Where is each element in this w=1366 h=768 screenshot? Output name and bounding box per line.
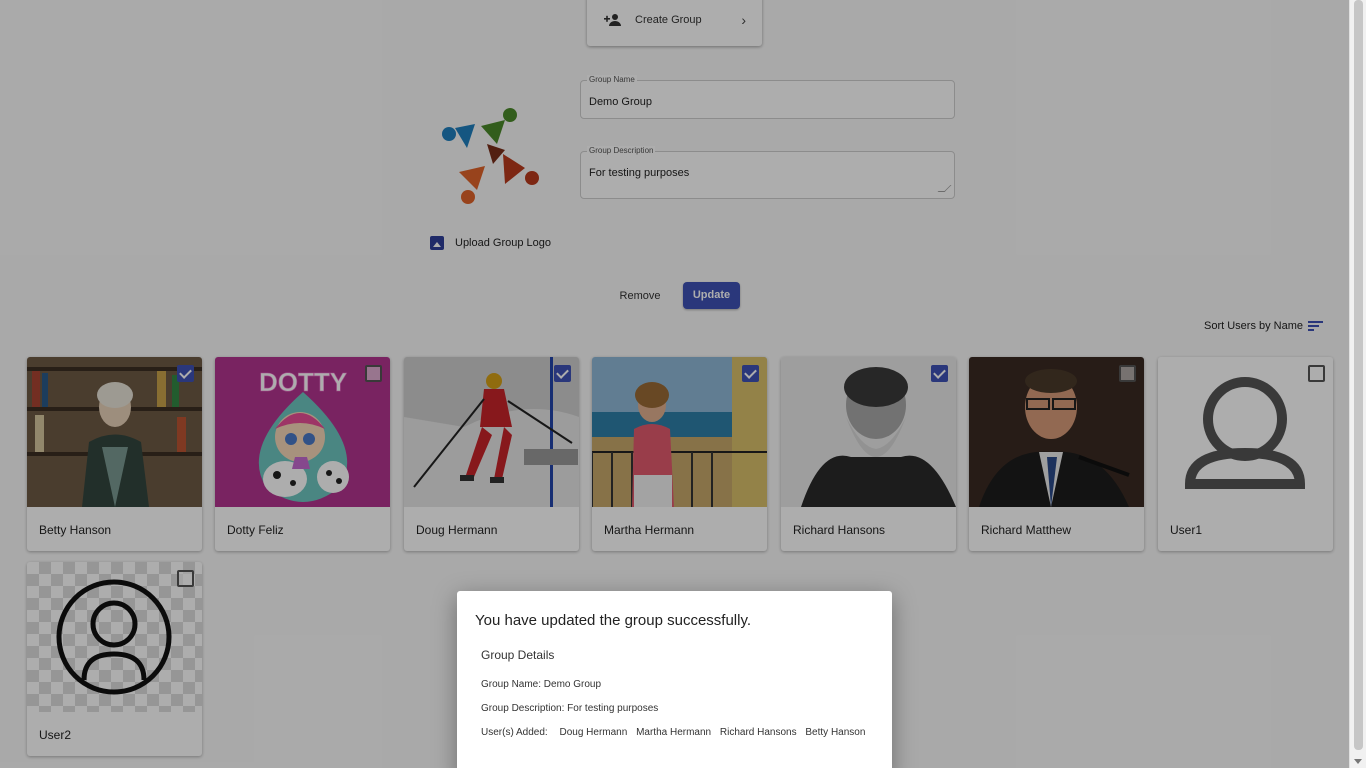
vertical-scrollbar[interactable] — [1349, 0, 1366, 768]
users-added-label: User(s) Added: — [481, 727, 548, 738]
added-user: Martha Hermann — [636, 727, 712, 738]
dialog-title: You have updated the group successfully. — [475, 612, 752, 629]
scroll-down-arrow-icon[interactable] — [1354, 759, 1362, 764]
dialog-group-description: Group Description: For testing purposes — [481, 703, 659, 714]
page: Create Group › Upload Group Logo Group N… — [0, 0, 1349, 768]
dialog-users-added: User(s) Added: Doug Hermann Martha Herma… — [481, 727, 874, 738]
added-user: Betty Hanson — [805, 727, 866, 738]
scrollbar-thumb[interactable] — [1354, 0, 1363, 750]
added-user: Doug Hermann — [559, 727, 628, 738]
added-user: Richard Hansons — [719, 727, 797, 738]
dialog-subtitle: Group Details — [481, 648, 555, 662]
success-dialog: You have updated the group successfully.… — [457, 591, 892, 768]
dialog-group-name: Group Name: Demo Group — [481, 679, 602, 690]
